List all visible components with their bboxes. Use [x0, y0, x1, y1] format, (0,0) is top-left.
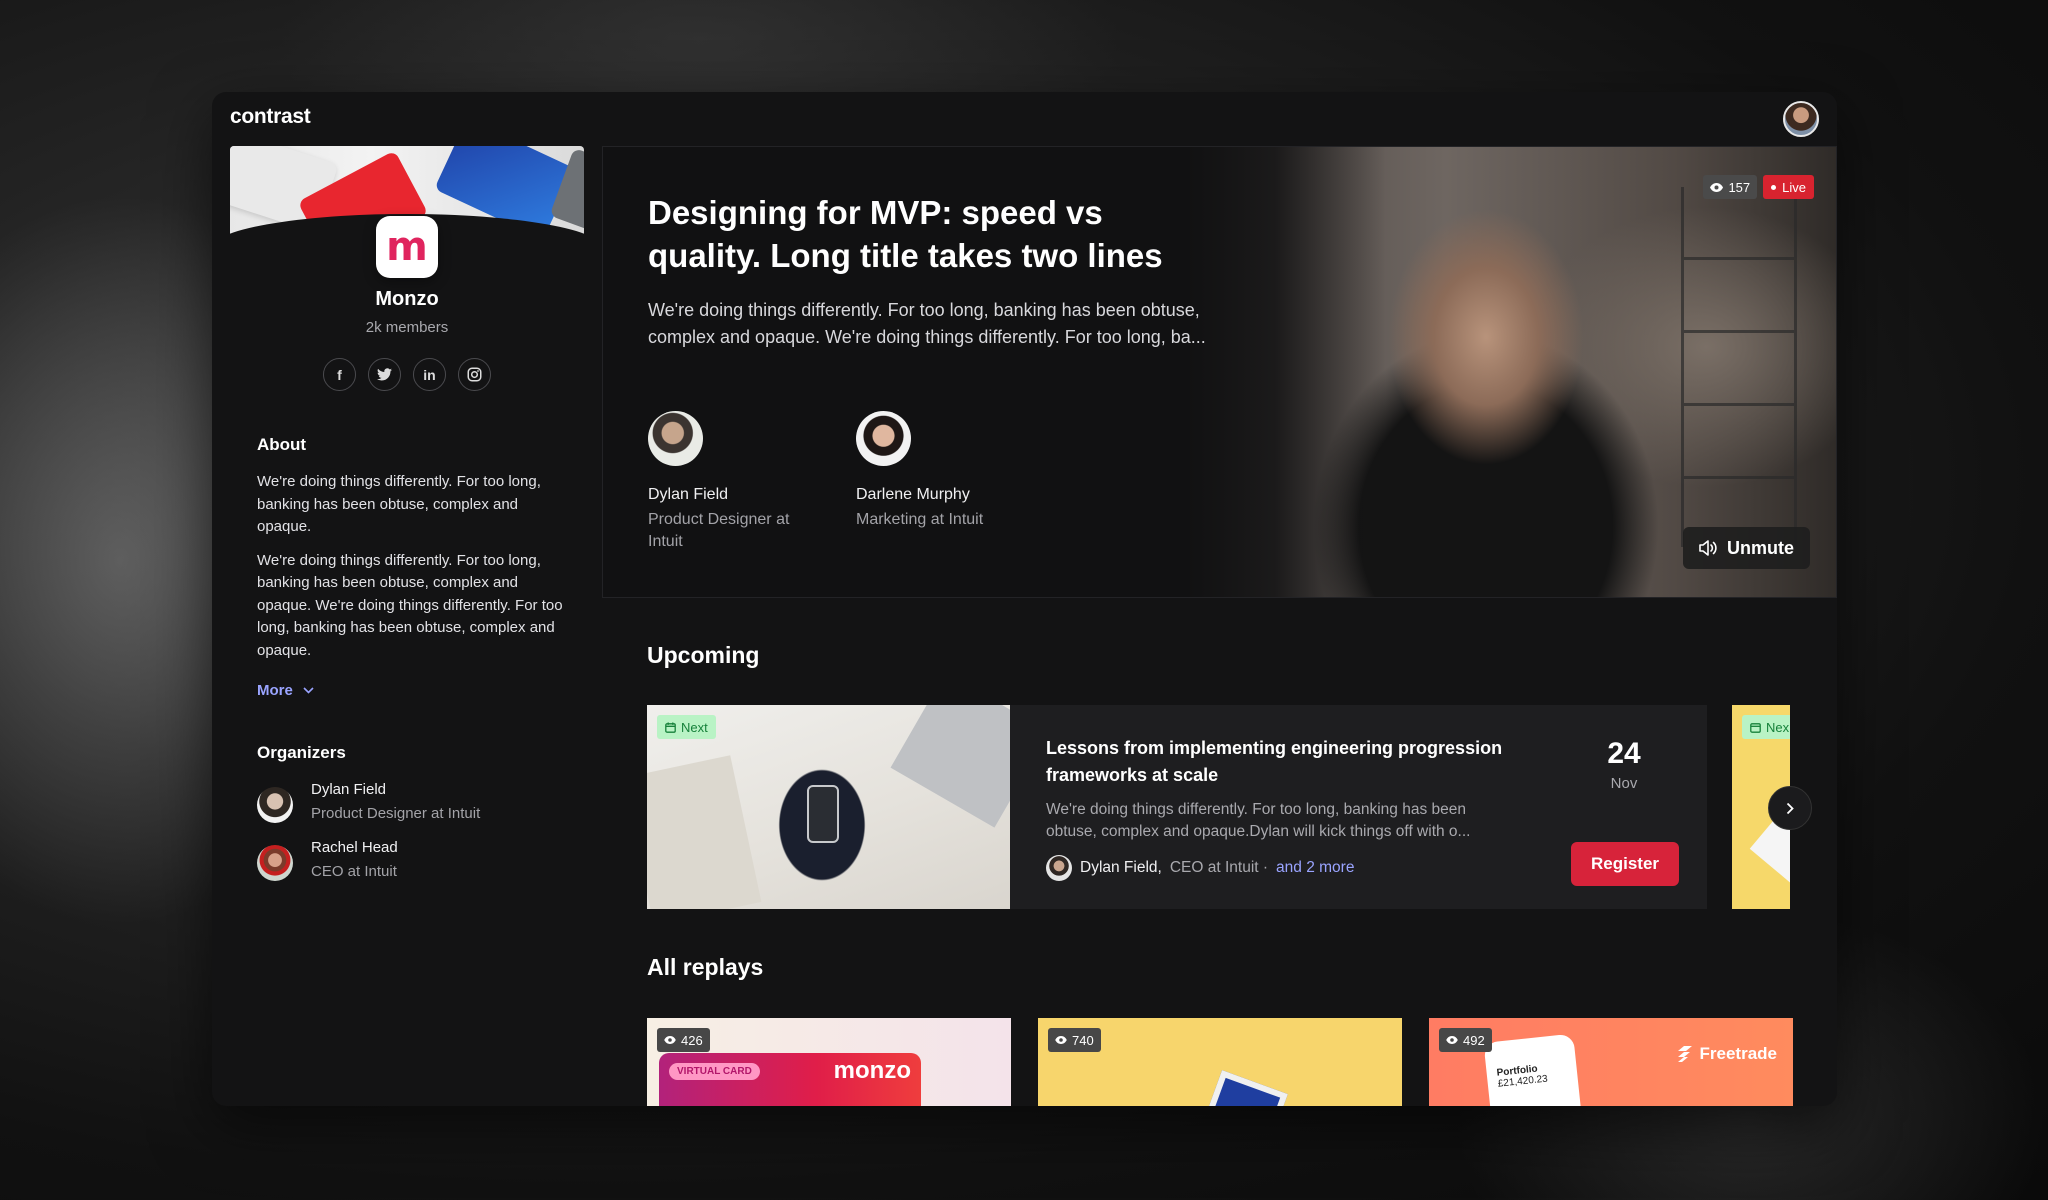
event-description: We're doing things differently. For too …: [1046, 801, 1471, 840]
replay-card[interactable]: Portfolio £21,420.23 Freetrade 492: [1429, 1018, 1793, 1106]
thumb-laptop: [890, 705, 1010, 828]
upcoming-event-card[interactable]: Next Lessons from implementing engineeri…: [647, 705, 1707, 909]
avatar: [1046, 855, 1072, 881]
thumb-phone: Portfolio £21,420.23: [1483, 1033, 1585, 1106]
content-layer: Next Lessons from implementing engineeri…: [212, 92, 1837, 1106]
virtual-card-tag: VIRTUAL CARD: [669, 1063, 760, 1080]
thumb-phone: [807, 785, 839, 843]
replay-card[interactable]: VIRTUAL CARD monzo 426: [647, 1018, 1011, 1106]
event-date: 24 Nov: [1569, 737, 1679, 792]
event-details: Lessons from implementing engineering pr…: [1010, 705, 1707, 909]
event-day: 24: [1607, 737, 1641, 770]
freetrade-logo: Freetrade: [1676, 1044, 1777, 1064]
view-count-badge: 740: [1048, 1028, 1101, 1052]
more-hosts-link[interactable]: and 2 more: [1276, 859, 1354, 877]
freetrade-icon: [1677, 1046, 1692, 1062]
eye-icon: [1055, 1036, 1067, 1044]
next-badge: Nex: [1742, 715, 1790, 739]
host-name: Dylan Field,: [1080, 859, 1162, 876]
next-label: Next: [681, 719, 708, 735]
register-button[interactable]: Register: [1571, 842, 1679, 886]
all-replays-title: All replays: [647, 954, 764, 980]
replay-brand: Freetrade: [1699, 1044, 1777, 1063]
view-count: 426: [681, 1032, 703, 1048]
calendar-icon: [665, 722, 676, 733]
carousel-next-button[interactable]: [1768, 786, 1812, 830]
event-month: Nov: [1610, 775, 1638, 792]
replay-brand: monzo: [833, 1057, 911, 1084]
event-title[interactable]: Lessons from implementing engineering pr…: [1046, 735, 1526, 789]
thumb-shape: [1198, 1070, 1288, 1106]
view-count: 492: [1463, 1032, 1485, 1048]
host-role: CEO at Intuit ·: [1169, 859, 1269, 876]
calendar-icon: [1750, 722, 1761, 733]
chevron-right-icon: [1786, 802, 1794, 814]
thumb-virtual-card: VIRTUAL CARD monzo: [659, 1053, 921, 1106]
view-count-badge: 492: [1439, 1028, 1492, 1052]
replay-card[interactable]: 740: [1038, 1018, 1402, 1106]
view-count: 740: [1072, 1032, 1094, 1048]
next-badge: Next: [657, 715, 716, 739]
event-thumbnail: Next: [647, 705, 1010, 909]
thumb-newspaper: [647, 755, 762, 909]
eye-icon: [664, 1036, 676, 1044]
next-label: Nex: [1766, 719, 1790, 735]
view-count-badge: 426: [657, 1028, 710, 1052]
eye-icon: [1446, 1036, 1458, 1044]
